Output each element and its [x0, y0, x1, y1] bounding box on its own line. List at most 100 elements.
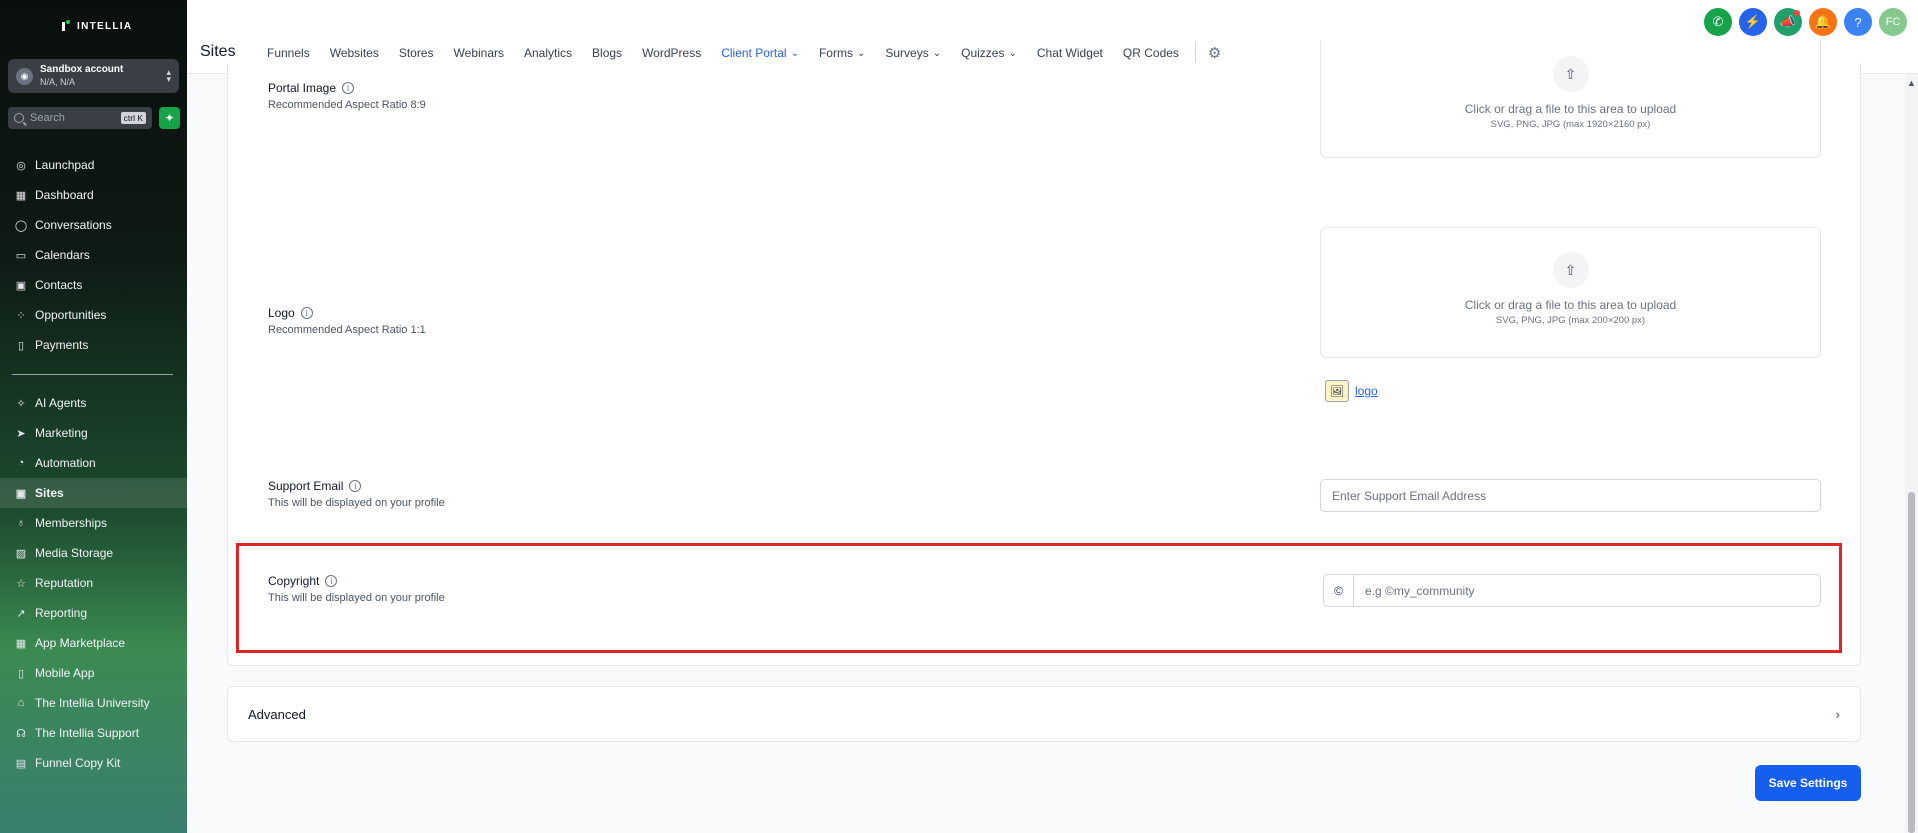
page-title: Sites [200, 43, 236, 60]
quick-actions-icon[interactable]: ⚡ [1739, 8, 1767, 36]
tab-label: Blogs [592, 46, 623, 60]
scroll-up-icon[interactable]: ▲ [1907, 78, 1916, 88]
sidebar-item-media-storage[interactable]: ▨ Media Storage [0, 538, 187, 568]
automation-icon: ◔ [17, 457, 25, 469]
info-icon[interactable]: i [349, 480, 362, 492]
sidebar-item-the-intellia-university[interactable]: ⌂ The Intellia University [0, 688, 187, 718]
sidebar-item-label: Contacts [35, 278, 83, 292]
sidebar-item-ai-agents[interactable]: ✧ AI Agents [0, 388, 187, 418]
save-settings-button[interactable]: Save Settings [1755, 765, 1861, 801]
info-icon[interactable]: i [300, 307, 313, 319]
sidebar-item-opportunities[interactable]: ⁘ Opportunities [0, 300, 187, 330]
sidebar-nav-primary: ◎ Launchpad ▦ Dashboard ◯ Conversations ▭ Calen… [0, 150, 187, 360]
sidebar-item-launchpad[interactable]: ◎ Launchpad [0, 150, 187, 180]
sidebar-item-payments[interactable]: ▯ Payments [0, 330, 187, 360]
search-input[interactable]: Search ctrl K [8, 107, 152, 129]
logo-file-link[interactable]: logo [1355, 384, 1378, 398]
mobile-app-icon: ▯ [17, 667, 25, 680]
portal-image-upload[interactable]: ⇧ Click or drag a file to this area to u… [1320, 40, 1821, 158]
sidebar-item-label: The Intellia University [35, 696, 150, 710]
document-icon: ▤ [15, 757, 27, 770]
sidebar-item-funnel-copy-kit[interactable]: ▤ Funnel Copy Kit [0, 748, 187, 778]
advanced-section-toggle[interactable]: Advanced › [227, 686, 1861, 742]
sidebar-item-label: App Marketplace [35, 636, 126, 650]
search-placeholder: Search [30, 112, 65, 124]
sidebar-item-reputation[interactable]: ☆ Reputation [0, 568, 187, 598]
sidebar-item-conversations[interactable]: ◯ Conversations [0, 210, 187, 240]
sidebar-item-sites[interactable]: ▣ Sites [0, 478, 187, 508]
account-switcher[interactable]: ◉ Sandbox account N/A, N/A ▴ ▾ [8, 59, 179, 93]
ai-agents-icon: ✧ [16, 397, 26, 410]
app-marketplace-icon: ▦ [15, 637, 27, 650]
calendar-icon: ▭ [15, 249, 27, 262]
dashboard-icon: ▦ [15, 189, 27, 202]
payments-icon: ▯ [17, 339, 25, 352]
chevron-down-icon: ⌄ [790, 47, 799, 59]
announcements-icon[interactable]: 📣 [1774, 8, 1802, 36]
sidebar-item-mobile-app[interactable]: ▯ Mobile App [0, 658, 187, 688]
search-shortcut: ctrl K [120, 112, 146, 124]
chat-icon: ◯ [14, 219, 28, 232]
bell-icon[interactable]: 🔔 [1809, 8, 1837, 36]
upload-text: Click or drag a file to this area to upl… [1464, 298, 1677, 312]
avatar[interactable]: FC [1879, 8, 1907, 36]
logo-hint: Recommended Aspect Ratio 1:1 [268, 324, 426, 336]
chevron-down-icon: ⌄ [1008, 47, 1017, 59]
info-icon[interactable]: i [342, 82, 355, 94]
support-email-hint: This will be displayed on your profile [268, 497, 445, 509]
sidebar-item-label: Marketing [35, 426, 88, 440]
brand-logo[interactable]: INTELLIA [62, 20, 132, 32]
sidebar-item-the-intellia-support[interactable]: ☊ The Intellia Support [0, 718, 187, 748]
contacts-icon: ▣ [15, 279, 27, 292]
sidebar-item-label: Opportunities [35, 308, 107, 322]
portal-image-hint: Recommended Aspect Ratio 8:9 [268, 99, 426, 111]
sidebar-item-label: Sites [35, 486, 64, 500]
notification-dot [1794, 10, 1800, 16]
sidebar-item-label: Mobile App [35, 666, 95, 680]
logo-label: Logo i [268, 306, 313, 320]
support-icon: ☊ [16, 727, 26, 740]
upload-hint: SVG, PNG, JPG (max 200×200 px) [1495, 315, 1646, 326]
sidebar-item-dashboard[interactable]: ▦ Dashboard [0, 180, 187, 210]
ai-sparkle-button[interactable]: ✦ [159, 107, 180, 129]
tab-label: Surveys [885, 46, 929, 60]
scrollbar[interactable]: ▲ [1905, 74, 1918, 833]
media-storage-icon: ▨ [15, 547, 27, 560]
tab-label: Client Portal [721, 46, 787, 60]
help-icon[interactable]: ? [1844, 8, 1872, 36]
sidebar-item-label: Funnel Copy Kit [35, 756, 121, 770]
advanced-label: Advanced [248, 706, 306, 722]
sidebar-item-app-marketplace[interactable]: ▦ App Marketplace [0, 628, 187, 658]
tab-label: Funnels [267, 46, 310, 60]
phone-icon[interactable]: ✆ [1704, 8, 1732, 36]
sidebar-item-reporting[interactable]: ↗ Reporting [0, 598, 187, 628]
highlight-box [236, 543, 1842, 653]
sidebar: INTELLIA ◉ Sandbox account N/A, N/A ▴ ▾ S… [0, 0, 187, 833]
tab-label: Forms [818, 46, 853, 60]
sidebar-item-label: Reputation [35, 576, 94, 590]
logo-label-text: Logo [268, 306, 295, 320]
sidebar-item-memberships[interactable]: ♁ Memberships [0, 508, 187, 538]
upload-icon: ⇧ [1552, 252, 1589, 288]
sites-icon: ▣ [15, 487, 27, 500]
sidebar-item-label: Calendars [35, 248, 90, 262]
tab-label: Chat Widget [1036, 46, 1103, 60]
sidebar-item-calendars[interactable]: ▭ Calendars [0, 240, 187, 270]
sidebar-item-label: Dashboard [35, 188, 94, 202]
portal-image-label: Portal Image i [268, 81, 355, 95]
rocket-icon: ◎ [16, 159, 26, 172]
scrollbar-thumb[interactable] [1908, 492, 1915, 833]
support-email-label-text: Support Email [268, 479, 344, 493]
tab-label: Webinars [453, 46, 504, 60]
logo-upload[interactable]: ⇧ Click or drag a file to this area to u… [1320, 227, 1821, 358]
university-icon: ⌂ [17, 697, 25, 709]
sidebar-item-automation[interactable]: ◔ Automation [0, 448, 187, 478]
support-email-label: Support Email i [268, 479, 362, 493]
reporting-icon: ↗ [16, 607, 26, 620]
tab-label: QR Codes [1122, 46, 1179, 60]
brand-name: INTELLIA [77, 20, 133, 32]
sidebar-item-contacts[interactable]: ▣ Contacts [0, 270, 187, 300]
sidebar-item-marketing[interactable]: ➤ Marketing [0, 418, 187, 448]
marketing-icon: ➤ [16, 427, 26, 440]
support-email-field[interactable]: Enter Support Email Address [1320, 479, 1821, 512]
